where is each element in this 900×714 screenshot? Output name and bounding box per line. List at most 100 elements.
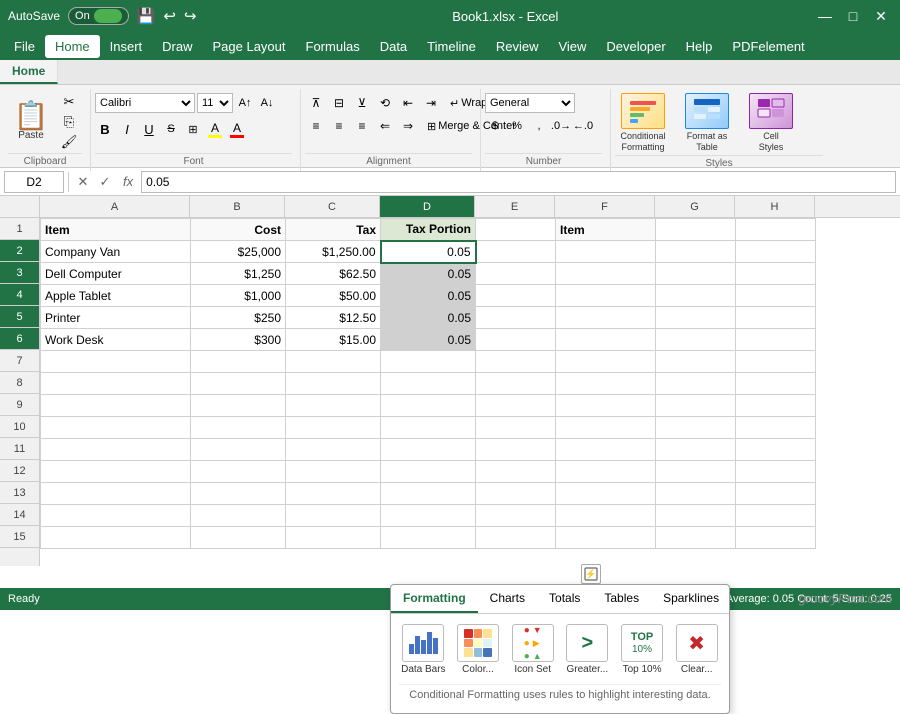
indent-decrease-button[interactable]: ⇤ <box>397 93 419 113</box>
cell-c7[interactable] <box>286 351 381 373</box>
undo-icon[interactable]: ↩ <box>163 7 176 25</box>
font-size-select[interactable]: 11 <box>197 93 233 113</box>
fill-color-button[interactable]: A <box>205 119 225 139</box>
row-header-3[interactable]: 3 <box>0 262 39 284</box>
cell-g8[interactable] <box>656 373 736 395</box>
col-header-h[interactable]: H <box>735 196 815 217</box>
cell-e9[interactable] <box>476 395 556 417</box>
row-header-8[interactable]: 8 <box>0 372 39 394</box>
cell-g3[interactable] <box>656 263 736 285</box>
format-painter-button[interactable]: 🖌 <box>56 133 82 151</box>
col-header-c[interactable]: C <box>285 196 380 217</box>
cell-e12[interactable] <box>476 461 556 483</box>
cell-d9[interactable] <box>381 395 476 417</box>
cell-a15[interactable] <box>41 527 191 549</box>
copy-button[interactable]: ⎘ <box>56 113 82 131</box>
cell-h4[interactable] <box>736 285 816 307</box>
number-format-select[interactable]: General <box>485 93 575 113</box>
row-header-14[interactable]: 14 <box>0 504 39 526</box>
menu-file[interactable]: File <box>4 35 45 58</box>
menu-draw[interactable]: Draw <box>152 35 202 58</box>
cell-f7[interactable] <box>556 351 656 373</box>
italic-button[interactable]: I <box>117 119 137 139</box>
menu-insert[interactable]: Insert <box>100 35 153 58</box>
strikethrough-button[interactable]: S <box>161 119 181 139</box>
cell-h3[interactable] <box>736 263 816 285</box>
cell-c14[interactable] <box>286 505 381 527</box>
cell-h6[interactable] <box>736 329 816 351</box>
cell-f13[interactable] <box>556 483 656 505</box>
cell-g7[interactable] <box>656 351 736 373</box>
qa-color-button[interactable]: Color... <box>454 624 503 676</box>
col-header-b[interactable]: B <box>190 196 285 217</box>
cell-b9[interactable] <box>191 395 286 417</box>
cancel-formula-button[interactable]: ✕ <box>73 172 93 192</box>
qa-databars-button[interactable]: Data Bars <box>399 624 448 676</box>
cell-e15[interactable] <box>476 527 556 549</box>
cell-b3[interactable]: $1,250 <box>191 263 286 285</box>
format-as-table-button[interactable]: Format asTable <box>679 93 735 153</box>
cell-d15[interactable] <box>381 527 476 549</box>
menu-page-layout[interactable]: Page Layout <box>203 35 296 58</box>
cell-a5[interactable]: Printer <box>41 307 191 329</box>
cell-g15[interactable] <box>656 527 736 549</box>
cell-b2[interactable]: $25,000 <box>191 241 286 263</box>
cell-f3[interactable] <box>556 263 656 285</box>
cell-d5[interactable]: 0.05 <box>381 307 476 329</box>
decrease-font-button[interactable]: A↓ <box>257 93 277 113</box>
cell-a4[interactable]: Apple Tablet <box>41 285 191 307</box>
row-header-9[interactable]: 9 <box>0 394 39 416</box>
cell-h14[interactable] <box>736 505 816 527</box>
cell-g2[interactable] <box>656 241 736 263</box>
row-header-13[interactable]: 13 <box>0 482 39 504</box>
row-header-15[interactable]: 15 <box>0 526 39 548</box>
cell-f10[interactable] <box>556 417 656 439</box>
cell-h10[interactable] <box>736 417 816 439</box>
cell-b1[interactable]: Cost <box>191 219 286 241</box>
col-header-g[interactable]: G <box>655 196 735 217</box>
confirm-formula-button[interactable]: ✓ <box>95 172 115 192</box>
cell-h11[interactable] <box>736 439 816 461</box>
decrease-decimal-button[interactable]: ←.0 <box>573 116 593 136</box>
cell-d7[interactable] <box>381 351 476 373</box>
border-button[interactable]: ⊞ <box>183 119 203 139</box>
cell-g12[interactable] <box>656 461 736 483</box>
qa-iconset-button[interactable]: ●▼ ●▶ ●▲ Icon Set <box>508 624 557 676</box>
cell-a10[interactable] <box>41 417 191 439</box>
cell-a2[interactable]: Company Van <box>41 241 191 263</box>
align-right-button[interactable]: ≡ <box>351 116 373 136</box>
cell-e1[interactable] <box>476 219 556 241</box>
row-header-11[interactable]: 11 <box>0 438 39 460</box>
currency-button[interactable]: $ <box>485 116 505 136</box>
cell-g4[interactable] <box>656 285 736 307</box>
autosave-toggle[interactable] <box>94 9 122 23</box>
underline-button[interactable]: U <box>139 119 159 139</box>
row-header-12[interactable]: 12 <box>0 460 39 482</box>
save-icon[interactable]: 💾 <box>137 7 156 25</box>
cell-b8[interactable] <box>191 373 286 395</box>
menu-pdfelement[interactable]: PDFelement <box>722 35 814 58</box>
cell-b4[interactable]: $1,000 <box>191 285 286 307</box>
font-name-select[interactable]: Calibri <box>95 93 195 113</box>
cell-h5[interactable] <box>736 307 816 329</box>
quick-analysis-trigger[interactable]: ⚡ <box>581 564 601 584</box>
align-middle-button[interactable]: ⊟ <box>328 93 350 113</box>
text-direction-button[interactable]: ⟲ <box>374 93 396 113</box>
cell-a1[interactable]: Item <box>41 219 191 241</box>
cell-c11[interactable] <box>286 439 381 461</box>
cell-e14[interactable] <box>476 505 556 527</box>
cell-d1[interactable]: Tax Portion <box>381 219 476 241</box>
menu-review[interactable]: Review <box>486 35 549 58</box>
cell-b6[interactable]: $300 <box>191 329 286 351</box>
cell-c6[interactable]: $15.00 <box>286 329 381 351</box>
cell-g11[interactable] <box>656 439 736 461</box>
minimize-button[interactable]: — <box>814 5 836 27</box>
cell-a7[interactable] <box>41 351 191 373</box>
qa-tab-totals[interactable]: Totals <box>537 585 592 613</box>
col-header-f[interactable]: F <box>555 196 655 217</box>
cell-f9[interactable] <box>556 395 656 417</box>
cell-b10[interactable] <box>191 417 286 439</box>
cell-e5[interactable] <box>476 307 556 329</box>
maximize-button[interactable]: □ <box>842 5 864 27</box>
align-left-button[interactable]: ≡ <box>305 116 327 136</box>
